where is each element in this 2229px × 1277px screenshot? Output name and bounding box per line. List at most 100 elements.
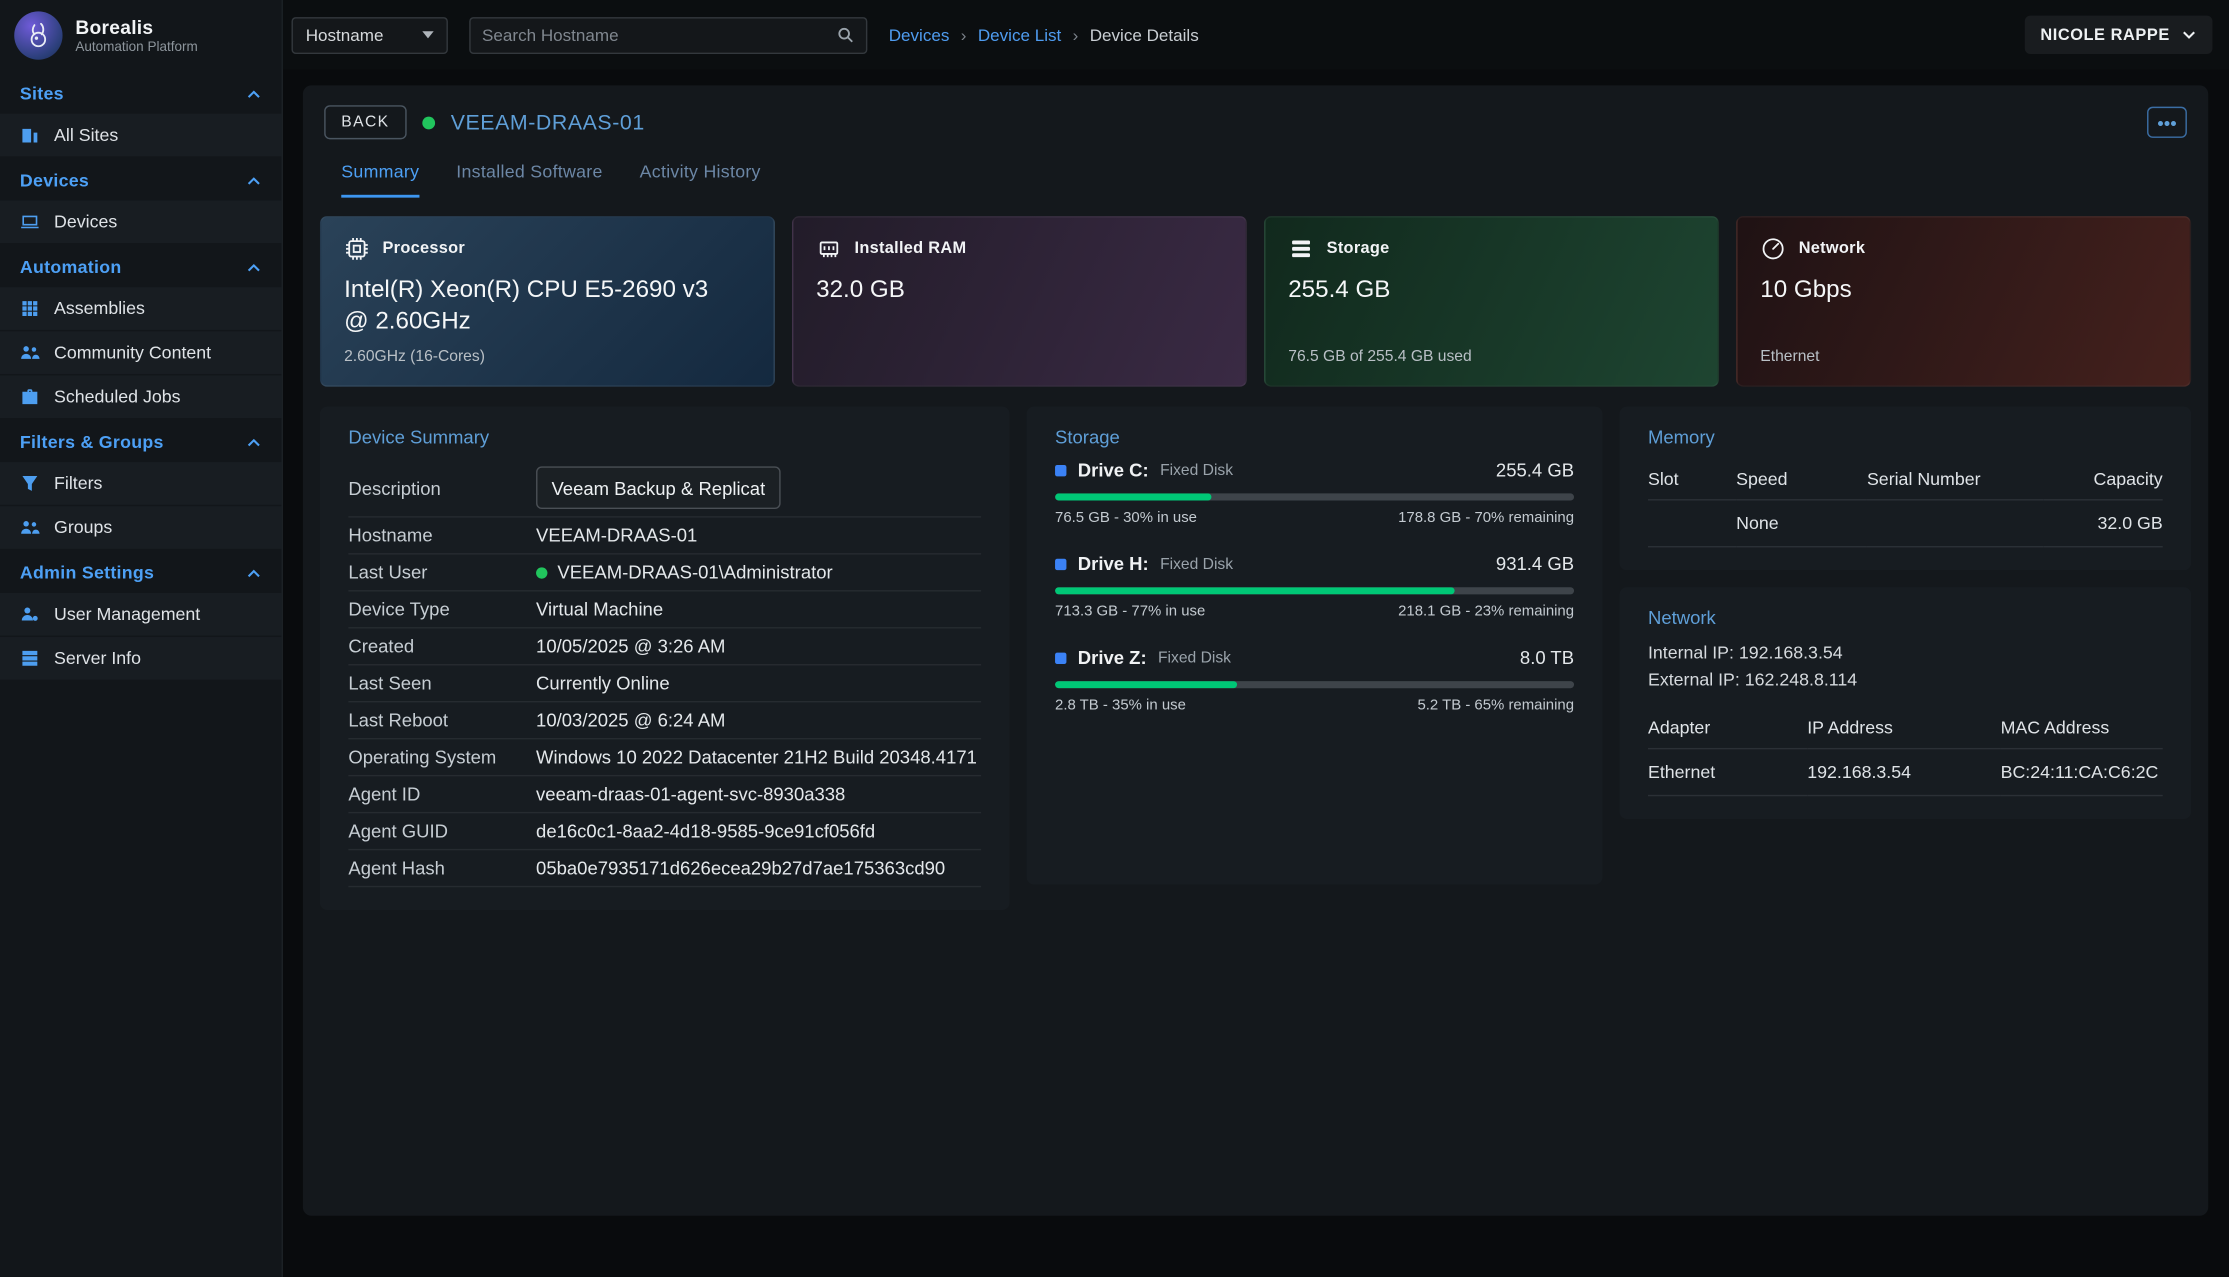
summary-row-description: Description [348, 459, 981, 517]
devices-icon [20, 212, 40, 232]
right-panel-stack: Memory Slot Speed Serial Number Capacity… [1620, 407, 2192, 819]
adapter-mac-cell: BC:24:11:CA:C6:2C [2001, 749, 2163, 796]
summary-row-agent-hash: Agent Hash 05ba0e7935171d626ecea29b27d7a… [348, 850, 981, 887]
drive-usage-bar [1055, 587, 1574, 594]
scheduled-jobs-icon [20, 387, 40, 407]
summary-row-agent-id: Agent ID veeam-draas-01-agent-svc-8930a3… [348, 776, 981, 813]
tab-activity-history[interactable]: Activity History [640, 162, 761, 198]
summary-row-last-seen: Last Seen Currently Online [348, 665, 981, 702]
groups-icon [20, 518, 40, 538]
storage-panel-title: Storage [1055, 427, 1574, 448]
network-card: Network 10 Gbps Ethernet [1736, 216, 2191, 387]
search-icon[interactable] [836, 26, 854, 44]
adapter-name-cell: Ethernet [1648, 749, 1807, 796]
drive-icon [1055, 652, 1066, 663]
brand-name: Borealis [75, 16, 197, 37]
memory-slot-cell [1648, 501, 1736, 548]
sidebar-item-all-sites[interactable]: All Sites [0, 114, 282, 157]
memory-panel-title: Memory [1648, 427, 2163, 448]
content-area: BACK VEEAM-DRAAS-01 ••• Summary Installe… [283, 70, 2229, 1277]
breadcrumb-device-details: Device Details [1090, 25, 1199, 45]
sidebar-section-sites[interactable]: Sites [0, 71, 282, 114]
brand-text: Borealis Automation Platform [75, 16, 197, 54]
assemblies-icon [20, 299, 40, 319]
all-sites-icon [20, 125, 40, 145]
chevron-up-icon [246, 259, 262, 275]
drive-h: Drive H: Fixed Disk 931.4 GB 713.3 GB - … [1055, 553, 1574, 620]
breadcrumb-separator: › [961, 25, 967, 45]
ram-subtitle [816, 348, 1223, 366]
drive-icon [1055, 558, 1066, 569]
app-root: Borealis Automation Platform Sites All S… [0, 0, 2229, 1277]
page-title: VEEAM-DRAAS-01 [451, 110, 645, 134]
drive-z: Drive Z: Fixed Disk 8.0 TB 2.8 TB - 35% … [1055, 647, 1574, 714]
processor-subtitle: 2.60GHz (16-Cores) [344, 348, 751, 366]
sidebar-section-devices[interactable]: Devices [0, 158, 282, 201]
chevron-down-icon [2181, 27, 2197, 43]
storage-value: 255.4 GB [1288, 274, 1672, 305]
network-value: 10 Gbps [1760, 274, 2144, 305]
search-box [469, 16, 867, 53]
drive-used-label: 713.3 GB - 77% in use [1055, 603, 1205, 620]
breadcrumb-device-list[interactable]: Device List [978, 25, 1061, 45]
memory-capacity-cell: 32.0 GB [2043, 501, 2162, 548]
device-summary-title: Device Summary [348, 427, 981, 448]
hostname-filter-select[interactable]: Hostname [291, 16, 447, 53]
summary-row-created: Created 10/05/2025 @ 3:26 AM [348, 628, 981, 665]
sidebar-item-server-info[interactable]: Server Info [0, 637, 282, 680]
sidebar-item-assemblies[interactable]: Assemblies [0, 287, 282, 330]
sidebar-section-automation[interactable]: Automation [0, 245, 282, 288]
back-button[interactable]: BACK [324, 105, 406, 139]
more-options-button[interactable]: ••• [2147, 107, 2187, 138]
drive-remaining-label: 5.2 TB - 65% remaining [1417, 697, 1574, 714]
breadcrumb-separator: › [1073, 25, 1079, 45]
sidebar-item-user-management[interactable]: User Management [0, 593, 282, 636]
online-status-dot [422, 116, 435, 129]
sidebar-item-groups[interactable]: Groups [0, 506, 282, 549]
summary-row-last-user: Last User VEEAM-DRAAS-01\Administrator [348, 555, 981, 592]
processor-card: Processor Intel(R) Xeon(R) CPU E5-2690 v… [320, 216, 775, 387]
ram-icon [816, 236, 842, 262]
user-online-dot [536, 567, 547, 578]
sidebar-item-scheduled-jobs[interactable]: Scheduled Jobs [0, 375, 282, 418]
brand: Borealis Automation Platform [0, 0, 282, 71]
drive-used-label: 2.8 TB - 35% in use [1055, 697, 1186, 714]
sidebar-item-community-content[interactable]: Community Content [0, 331, 282, 374]
drive-usage-bar [1055, 493, 1574, 500]
sidebar: Borealis Automation Platform Sites All S… [0, 0, 283, 1277]
caret-down-icon [422, 31, 433, 38]
tab-installed-software[interactable]: Installed Software [456, 162, 602, 198]
detail-panels: Device Summary Description Hostname VEEA… [320, 407, 2191, 910]
description-input[interactable] [536, 466, 781, 509]
sidebar-item-filters[interactable]: Filters [0, 462, 282, 505]
chevron-up-icon [246, 86, 262, 102]
server-info-icon [20, 648, 40, 668]
network-speed-icon [1760, 236, 1786, 262]
summary-row-agent-guid: Agent GUID de16c0c1-8aa2-4d18-9585-9ce91… [348, 813, 981, 850]
adapter-ip-cell: 192.168.3.54 [1807, 749, 2000, 796]
storage-panel: Storage Drive C: Fixed Disk 255.4 GB 76.… [1027, 407, 1603, 885]
drive-icon [1055, 464, 1066, 475]
search-input[interactable] [482, 25, 828, 45]
memory-panel: Memory Slot Speed Serial Number Capacity… [1620, 407, 2192, 571]
summary-row-device-type: Device Type Virtual Machine [348, 592, 981, 629]
processor-icon [344, 236, 370, 262]
storage-card: Storage 255.4 GB 76.5 GB of 255.4 GB use… [1264, 216, 1719, 387]
tab-bar: Summary Installed Software Activity Hist… [341, 162, 2191, 198]
sidebar-item-devices[interactable]: Devices [0, 200, 282, 243]
device-summary-panel: Device Summary Description Hostname VEEA… [320, 407, 1010, 910]
drive-remaining-label: 218.1 GB - 23% remaining [1398, 603, 1574, 620]
breadcrumb: Devices › Device List › Device Details [889, 25, 1199, 45]
sidebar-section-filters-groups[interactable]: Filters & Groups [0, 419, 282, 462]
user-menu[interactable]: NICOLE RAPPE [2025, 16, 2213, 54]
storage-icon [1288, 236, 1314, 262]
sidebar-section-admin-settings[interactable]: Admin Settings [0, 550, 282, 593]
brand-rabbit-logo-icon [14, 11, 62, 59]
network-subtitle: Ethernet [1760, 348, 2167, 366]
community-content-icon [20, 343, 40, 363]
filters-icon [20, 473, 40, 493]
memory-serial-cell [1867, 501, 2043, 548]
tab-summary[interactable]: Summary [341, 162, 419, 198]
breadcrumb-devices[interactable]: Devices [889, 25, 950, 45]
drive-used-label: 76.5 GB - 30% in use [1055, 509, 1197, 526]
